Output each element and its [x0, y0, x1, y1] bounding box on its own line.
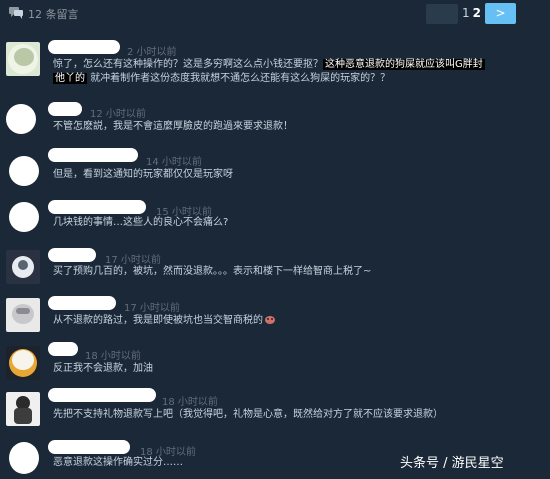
watermark: 头条号 / 游民星空: [400, 456, 504, 471]
comment-text: 几块钱的事情…这些人的良心不会痛么?: [53, 217, 229, 228]
prev-page-button[interactable]: [426, 4, 458, 24]
avatar[interactable]: [6, 104, 40, 138]
comment-timestamp: 18 小时以前: [162, 397, 218, 408]
avatar[interactable]: [6, 440, 40, 474]
avatar[interactable]: [6, 152, 40, 186]
author-name[interactable]: [48, 342, 78, 356]
face-emoji-icon: [265, 316, 275, 324]
author-name[interactable]: [48, 440, 130, 454]
comment-text: 从不退款的路过，我是即使被坑也当交智商税的: [53, 314, 453, 327]
comment-text: 但是，看到这通知的玩家都仅仅是玩家呀: [53, 169, 233, 180]
comment-timestamp: 14 小时以前: [146, 157, 202, 168]
comment-text: 反正我不会退款，加油: [53, 363, 153, 374]
avatar[interactable]: [6, 392, 40, 426]
page-numbers: 12: [462, 6, 481, 20]
avatar[interactable]: [6, 346, 40, 380]
author-name[interactable]: [48, 200, 146, 214]
chat-bubble-icon: [9, 7, 23, 19]
author-name[interactable]: [48, 388, 156, 402]
current-page: 2: [472, 6, 481, 20]
next-page-button[interactable]: >: [485, 3, 516, 24]
comment-text: 买了预购几百的，被坑，然而没退款。。。表示和楼下一样给智商上税了~: [53, 266, 372, 277]
comment-count: 12 条留言: [28, 8, 79, 21]
comment-timestamp: 17 小时以前: [105, 255, 161, 266]
comment-timestamp: 17 小时以前: [124, 303, 180, 314]
comment-timestamp: 2 小时以前: [127, 47, 177, 58]
avatar[interactable]: [6, 42, 40, 76]
avatar[interactable]: [6, 200, 40, 234]
page-link-1[interactable]: 1: [462, 6, 470, 20]
author-name[interactable]: [48, 102, 82, 116]
author-name[interactable]: [48, 40, 120, 54]
avatar[interactable]: [6, 298, 40, 332]
comment-text-line2: 他丫的 就冲着制作者这份态度我就想不通怎么还能有这么狗屎的玩家的？？: [53, 73, 391, 84]
comment-text: 不管怎麽説，我是不會這麼厚臉皮的跑過來要求退款！: [53, 121, 293, 132]
author-name[interactable]: [48, 296, 116, 310]
avatar[interactable]: [6, 250, 40, 284]
author-name[interactable]: [48, 148, 138, 162]
comment-timestamp: 18 小时以前: [85, 351, 141, 362]
comment-text: 恶意退款这操作确实过分……: [53, 457, 183, 468]
comment-timestamp: 12 小时以前: [90, 109, 146, 120]
author-name[interactable]: [48, 248, 96, 262]
comment-text: 惊了，怎么还有这种操作的？这是多穷啊这么点小钱还要抠？ 这种恶意退款的狗屎就应该叫…: [53, 59, 485, 70]
comment-text: 先把不支持礼物退款写上吧（我觉得吧，礼物是心意，既然给对方了就不应该要求退款）: [53, 409, 443, 420]
